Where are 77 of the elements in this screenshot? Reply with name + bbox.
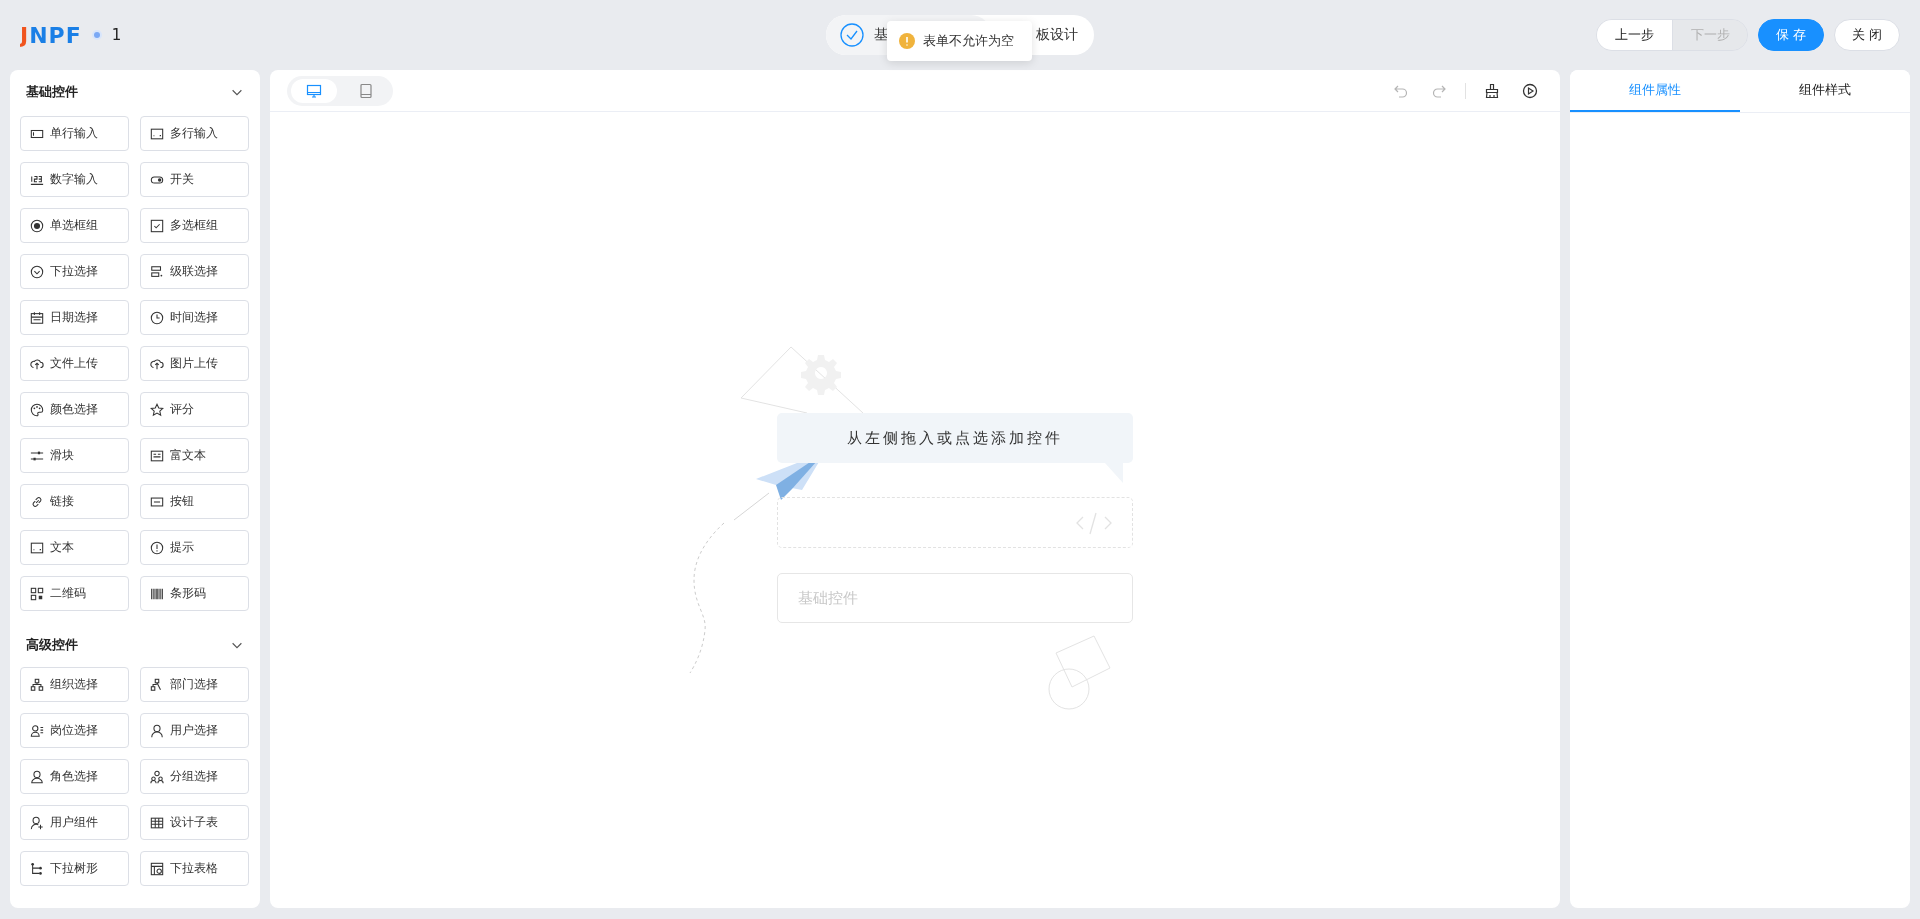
user-icon bbox=[30, 769, 44, 784]
tablet-icon bbox=[358, 82, 374, 99]
component-item[interactable]: 岗位选择 bbox=[20, 713, 129, 748]
org-chart-icon bbox=[30, 677, 44, 692]
app-name: 1 bbox=[111, 26, 122, 44]
component-item[interactable]: 评分 bbox=[140, 392, 249, 427]
step-label[interactable]: 基 bbox=[874, 26, 888, 44]
checkbox-icon bbox=[150, 218, 164, 233]
link-icon bbox=[30, 494, 44, 509]
gear-drawing bbox=[801, 355, 841, 395]
upload-icon bbox=[30, 356, 44, 371]
section-title: 高级控件 bbox=[26, 636, 78, 654]
device-tab[interactable] bbox=[291, 78, 337, 103]
user-list-icon bbox=[30, 723, 44, 738]
component-item[interactable]: 下拉选择 bbox=[20, 254, 129, 289]
component-item[interactable]: 图片上传 bbox=[140, 346, 249, 381]
calendar-icon bbox=[30, 310, 44, 325]
chevron-circle-icon bbox=[30, 264, 44, 279]
user-icon bbox=[150, 723, 164, 738]
section-title: 基础控件 bbox=[26, 83, 78, 101]
component-item[interactable]: 用户选择 bbox=[140, 713, 249, 748]
component-item[interactable]: 链接 bbox=[20, 484, 129, 519]
barcode-icon bbox=[150, 586, 164, 601]
component-item[interactable]: 按钮 bbox=[140, 484, 249, 519]
text-box-icon bbox=[150, 448, 164, 463]
component-item[interactable]: 下拉树形 bbox=[20, 851, 129, 886]
component-item[interactable]: 多行输入 bbox=[140, 116, 249, 151]
cascade-icon bbox=[150, 264, 164, 279]
component-item[interactable]: 时间选择 bbox=[140, 300, 249, 335]
component-item[interactable]: 角色选择 bbox=[20, 759, 129, 794]
component-item[interactable]: 单选框组 bbox=[20, 208, 129, 243]
play-circle-icon bbox=[1522, 82, 1538, 99]
component-item[interactable]: 级联选择 bbox=[140, 254, 249, 289]
alert-icon bbox=[150, 540, 164, 555]
component-item[interactable]: 文件上传 bbox=[20, 346, 129, 381]
component-item[interactable]: 多选框组 bbox=[140, 208, 249, 243]
clock-icon bbox=[150, 310, 164, 325]
warning-icon bbox=[899, 33, 915, 49]
component-item[interactable]: 分组选择 bbox=[140, 759, 249, 794]
org-chart-icon bbox=[150, 677, 164, 692]
component-item[interactable]: 单行输入 bbox=[20, 116, 129, 151]
component-item[interactable]: 文本 bbox=[20, 530, 129, 565]
star-icon bbox=[150, 402, 164, 417]
dot-icon bbox=[93, 32, 100, 38]
qr-code-icon bbox=[30, 586, 44, 601]
user-group-icon bbox=[150, 769, 164, 784]
component-item[interactable]: 颜色选择 bbox=[20, 392, 129, 427]
user-add-icon bbox=[30, 815, 44, 830]
component-item[interactable]: 下拉表格 bbox=[140, 851, 249, 886]
component-item[interactable]: 日期选择 bbox=[20, 300, 129, 335]
textarea-icon bbox=[150, 126, 164, 141]
component-item[interactable]: 二维码 bbox=[20, 576, 129, 611]
component-item[interactable]: 滑块 bbox=[20, 438, 129, 473]
component-item[interactable]: 用户组件 bbox=[20, 805, 129, 840]
component-item[interactable]: 富文本 bbox=[140, 438, 249, 473]
brush-icon bbox=[1484, 82, 1500, 99]
component-item[interactable]: 开关 bbox=[140, 162, 249, 197]
component-item[interactable]: 数字输入 bbox=[20, 162, 129, 197]
hint-bubble: 从左侧拖入或点选添加控件 bbox=[777, 413, 1133, 483]
radio-icon bbox=[30, 218, 44, 233]
table-icon bbox=[150, 861, 164, 876]
previous-step-button[interactable]: 上一步 bbox=[1597, 20, 1672, 50]
component-item[interactable]: 部门选择 bbox=[140, 667, 249, 702]
tree-icon bbox=[30, 861, 44, 876]
textarea-icon bbox=[30, 540, 44, 555]
component-item[interactable]: 设计子表 bbox=[140, 805, 249, 840]
palette-icon bbox=[30, 402, 44, 417]
button-icon bbox=[150, 494, 164, 509]
component-item[interactable]: 组织选择 bbox=[20, 667, 129, 702]
upload-icon bbox=[150, 356, 164, 371]
table-icon bbox=[150, 815, 164, 830]
toast-message: 表单不允许为空 bbox=[887, 21, 1032, 61]
component-item[interactable]: 条形码 bbox=[140, 576, 249, 611]
monitor-icon bbox=[306, 82, 322, 99]
close-button[interactable]: 关 闭 bbox=[1834, 19, 1900, 51]
step-label[interactable]: 板设计 bbox=[1036, 26, 1078, 44]
component-item[interactable]: 提示 bbox=[140, 530, 249, 565]
